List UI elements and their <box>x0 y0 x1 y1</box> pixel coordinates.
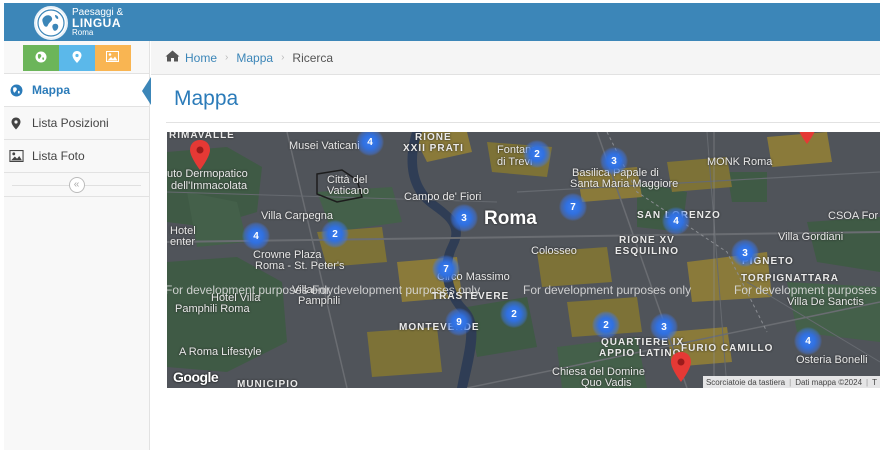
shortcut-photos-button[interactable] <box>94 45 131 71</box>
breadcrumb-mappa-link[interactable]: Mappa <box>236 51 273 65</box>
map-label: enter <box>170 236 196 248</box>
shortcut-positions-button[interactable] <box>58 45 95 71</box>
map-label: Musei Vaticani <box>289 140 360 152</box>
map-label: Quo Vadis <box>581 377 632 388</box>
picture-icon <box>8 150 24 162</box>
breadcrumb-home-link[interactable]: Home <box>185 51 217 65</box>
sidebar-collapse-button[interactable]: « <box>68 176 85 193</box>
map-cluster-marker[interactable]: 2 <box>523 140 551 168</box>
sidebar-item-label: Mappa <box>32 83 71 97</box>
map-cluster-marker[interactable]: 7 <box>559 193 587 221</box>
sidebar-item-lista-foto[interactable]: Lista Foto <box>4 140 149 173</box>
globe-icon <box>8 84 24 97</box>
top-header-bar: Paesaggi & LINGUA Roma <box>4 3 880 41</box>
map-label: RIONE <box>415 132 452 143</box>
dev-watermark: For development purposes only <box>523 283 692 297</box>
globe-logo-icon <box>34 6 68 40</box>
logo-text: Paesaggi & LINGUA Roma <box>72 8 123 38</box>
map-label: Osteria Bonelli <box>796 354 868 366</box>
map-cluster-marker[interactable]: 3 <box>650 313 678 341</box>
map-label: ESQUILINO <box>615 246 680 257</box>
home-icon[interactable] <box>165 50 180 65</box>
title-divider <box>166 122 880 123</box>
map-cluster-marker[interactable]: 2 <box>321 220 349 248</box>
map-cluster-marker[interactable]: 7 <box>432 255 460 283</box>
breadcrumb-separator: › <box>225 52 229 63</box>
sidebar-item-label: Lista Foto <box>32 149 85 163</box>
sidebar: Mappa Lista Posizioni Lista Foto « <box>4 41 151 450</box>
map-label: A Roma Lifestyle <box>179 346 262 358</box>
map-cluster-marker[interactable]: 9 <box>445 308 473 336</box>
sidebar-item-mappa[interactable]: Mappa <box>4 74 151 107</box>
map-cluster-marker[interactable]: 3 <box>450 204 478 232</box>
map-pin-icon[interactable] <box>189 140 211 170</box>
map-cluster-marker[interactable]: 2 <box>592 311 620 339</box>
map-pin-icon[interactable] <box>670 352 692 382</box>
dev-watermark: For development purposes only <box>734 283 880 297</box>
map-cluster-marker[interactable]: 3 <box>731 239 759 267</box>
attribution-separator: | <box>866 377 869 387</box>
page-title: Mappa <box>174 87 239 110</box>
map-label: Santa Maria Maggiore <box>570 178 679 190</box>
breadcrumb-separator: › <box>281 52 285 63</box>
map-label: Vaticano <box>327 185 369 197</box>
map-label: dell'Immacolata <box>171 180 248 192</box>
map-label: Villa Carpegna <box>261 210 333 222</box>
map-label: Roma - St. Peter's <box>255 260 345 272</box>
map-label: Pamphili Roma <box>175 303 250 315</box>
map-label: CSOA For <box>828 210 879 222</box>
map-view[interactable]: RIMAVALLE Musei Vaticani RIONE XXII PRAT… <box>167 132 880 388</box>
map-marker-icon <box>72 50 82 66</box>
map-label: Roma <box>484 208 537 229</box>
sidebar-item-label: Lista Posizioni <box>32 116 109 130</box>
map-label: MONK Roma <box>707 156 773 168</box>
attribution-separator: | <box>789 377 792 387</box>
map-cluster-marker[interactable]: 3 <box>600 147 628 175</box>
google-logo[interactable]: Google <box>173 369 219 385</box>
shortcut-map-button[interactable] <box>22 45 59 71</box>
map-attribution-bar: Scorciatoie da tastiera | Dati mappa ©20… <box>702 376 880 388</box>
map-label: Colosseo <box>531 245 577 257</box>
sidebar-shortcuts <box>4 41 149 74</box>
breadcrumb-current: Ricerca <box>292 50 334 65</box>
map-label: MUNICIPIO <box>237 379 299 388</box>
breadcrumb: Home › Mappa › Ricerca <box>151 41 880 75</box>
site-logo[interactable]: Paesaggi & LINGUA Roma <box>34 6 123 40</box>
map-label: Campo de' Fiori <box>404 191 482 203</box>
dev-watermark: For development purposes only <box>312 283 481 297</box>
map-label: XXII PRATI <box>403 143 464 154</box>
keyboard-shortcuts-link[interactable]: Scorciatoie da tastiera <box>706 378 785 387</box>
map-pin-icon[interactable] <box>796 132 818 144</box>
map-label: RIONE XV <box>619 235 675 246</box>
dev-watermark: For development purposes only <box>167 283 334 297</box>
map-label: Villa Gordiani <box>778 231 844 243</box>
terms-link[interactable]: T <box>872 378 877 387</box>
sidebar-collapse-row: « <box>4 173 149 197</box>
logo-line-2: LINGUA <box>72 16 121 30</box>
map-cluster-marker[interactable]: 4 <box>794 327 822 355</box>
map-data-credit: Dati mappa ©2024 <box>795 377 863 387</box>
map-cluster-marker[interactable]: 4 <box>662 207 690 235</box>
sidebar-item-lista-posizioni[interactable]: Lista Posizioni <box>4 107 149 140</box>
map-marker-icon <box>8 117 24 130</box>
map-label: Villa De Sanctis <box>787 296 864 308</box>
globe-icon <box>35 51 47 66</box>
map-label: FURIO CAMILLO <box>681 343 774 354</box>
map-cluster-marker[interactable]: 2 <box>500 300 528 328</box>
map-cluster-marker[interactable]: 4 <box>242 222 270 250</box>
picture-icon <box>106 51 119 65</box>
